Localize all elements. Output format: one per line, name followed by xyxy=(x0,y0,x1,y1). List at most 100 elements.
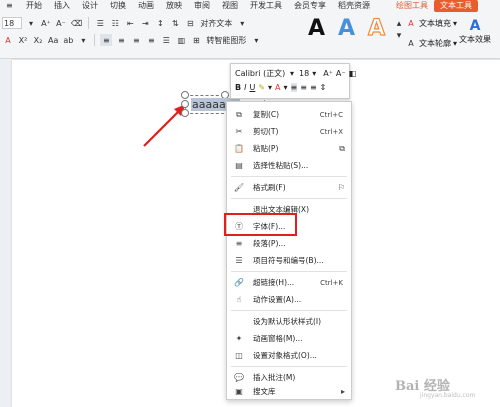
menu-item-set-default-style[interactable]: 设为默认形状样式(I) xyxy=(227,314,351,329)
indent-icon[interactable]: ⇥ xyxy=(139,17,151,29)
text-effects-icon: A xyxy=(469,18,481,34)
align-right-icon[interactable]: ≡ xyxy=(310,83,317,92)
menu-item-animation-pane[interactable]: ✦ 动画窗格(M)... xyxy=(227,331,351,346)
resize-handle[interactable] xyxy=(181,109,189,117)
menu-item-search-library[interactable]: ▣ 搜文库 ▸ xyxy=(227,384,351,399)
menu-item-paragraph[interactable]: ≡ 段落(P)... xyxy=(227,236,351,251)
align-left-icon[interactable]: ≡ xyxy=(290,83,298,92)
dropdown-icon[interactable]: ▾ xyxy=(284,83,288,92)
search-library-icon: ▣ xyxy=(235,387,243,396)
tab-view[interactable]: 视图 xyxy=(216,0,244,12)
tab-developer[interactable]: 开发工具 xyxy=(244,0,288,12)
menu-item-paste-special[interactable]: ▤ 选择性粘贴(S)... xyxy=(227,158,351,173)
font-size-select[interactable]: 18 xyxy=(2,17,22,29)
line-spacing-icon[interactable]: ⇕ xyxy=(320,83,327,92)
smartart-button[interactable]: 转智能图形 xyxy=(205,34,247,46)
tab-drawing-tools[interactable]: 绘图工具 xyxy=(390,0,434,12)
phonetic-icon[interactable]: ab xyxy=(62,34,74,46)
menu-item-label: 搜文库 xyxy=(253,387,276,396)
dropdown-icon[interactable]: ▾ xyxy=(453,19,457,28)
tab-insert[interactable]: 插入 xyxy=(48,0,76,12)
dropdown-icon[interactable]: ▾ xyxy=(250,34,262,46)
underline-icon[interactable]: U xyxy=(249,83,255,92)
divider xyxy=(94,34,96,46)
shrink-font-icon[interactable]: A⁻ xyxy=(336,69,346,78)
line-spacing-icon[interactable]: ↕ xyxy=(154,17,166,29)
align-text-icon[interactable]: ⊟ xyxy=(184,17,196,29)
menu-item-paste[interactable]: 📋 粘贴(P) ⧉ xyxy=(227,141,351,156)
tab-transitions[interactable]: 切换 xyxy=(104,0,132,12)
wordart-style-black[interactable]: A xyxy=(308,16,325,41)
dropdown-icon[interactable]: ▾ xyxy=(25,17,37,29)
clear-format-icon[interactable]: ⌫ xyxy=(70,17,83,29)
dropdown-icon[interactable]: ▾ xyxy=(312,69,316,78)
wordart-scroll-icon[interactable]: ▴ xyxy=(393,18,405,30)
dropdown-icon[interactable]: ▾ xyxy=(290,69,294,78)
menu-icon[interactable]: ≡ xyxy=(0,0,20,12)
italic-icon[interactable]: I xyxy=(244,83,246,92)
tab-review[interactable]: 审阅 xyxy=(188,0,216,12)
mini-font-size[interactable]: 18 xyxy=(299,69,309,78)
menu-item-label: 剪切(T) xyxy=(253,127,279,136)
menu-item-format-painter[interactable]: 🖌 格式刷(F) ⚐ xyxy=(227,180,351,195)
tab-design[interactable]: 设计 xyxy=(76,0,104,12)
font-color-icon[interactable]: A xyxy=(275,83,280,92)
shrink-font-icon[interactable]: A⁻ xyxy=(55,17,67,29)
align-left-icon[interactable]: ≡ xyxy=(100,34,113,46)
menu-shortcut: Ctrl+K xyxy=(320,278,343,287)
align-right-icon[interactable]: ≡ xyxy=(130,34,142,46)
tab-animation[interactable]: 动画 xyxy=(132,0,160,12)
menu-item-bullets-numbering[interactable]: ☰ 项目符号和编号(B)... xyxy=(227,253,351,268)
grow-font-icon[interactable]: A⁺ xyxy=(323,69,333,78)
tab-slideshow[interactable]: 放映 xyxy=(160,0,188,12)
format-painter-lock-icon[interactable]: ⚐ xyxy=(338,183,345,192)
menu-item-format-object[interactable]: ◫ 设置对象格式(O)... xyxy=(227,348,351,363)
bullets-icon[interactable]: ☰ xyxy=(94,17,106,29)
text-effects-group[interactable]: A 文本效果 xyxy=(459,18,491,45)
wordart-style-orange[interactable]: A xyxy=(367,15,385,41)
text-fill-icon: A xyxy=(408,18,414,28)
grow-font-icon[interactable]: A⁺ xyxy=(40,17,52,29)
columns-icon[interactable]: ▥ xyxy=(175,34,187,46)
wordart-more-icon[interactable]: ▾ xyxy=(393,30,405,42)
highlight-icon[interactable]: ✎ xyxy=(258,83,265,92)
font-color-icon[interactable]: A xyxy=(2,34,14,46)
bold-icon[interactable]: B xyxy=(235,83,241,92)
resize-handle[interactable] xyxy=(181,91,189,99)
text-fill-button[interactable]: 文本填充 xyxy=(419,18,451,29)
menu-item-label: 复制(C) xyxy=(253,110,280,119)
resize-handle[interactable] xyxy=(181,100,189,108)
highlight-icon[interactable]: ▾ xyxy=(77,34,89,46)
outdent-icon[interactable]: ⇤ xyxy=(124,17,136,29)
menu-item-cut[interactable]: ✂ 剪切(T) Ctrl+X xyxy=(227,124,351,139)
numbering-icon[interactable]: ☷ xyxy=(109,17,121,29)
menu-item-hyperlink[interactable]: 🔗 超链接(H)... Ctrl+K xyxy=(227,275,351,290)
paste-options-icon[interactable]: ⧉ xyxy=(339,144,345,154)
justify-icon[interactable]: ≡ xyxy=(145,34,157,46)
text-direction-icon[interactable]: ⇅ xyxy=(169,17,181,29)
distribute-icon[interactable]: ☰ xyxy=(160,34,172,46)
dropdown-icon[interactable]: ▾ xyxy=(268,83,272,92)
menu-item-action-settings[interactable]: ☝ 动作设置(A)... xyxy=(227,292,351,307)
tab-docer[interactable]: 稻壳资源 xyxy=(332,0,376,12)
smartart-icon[interactable]: ⊞ xyxy=(190,34,202,46)
tab-member[interactable]: 会员专享 xyxy=(288,0,332,12)
format-object-icon: ◫ xyxy=(235,351,243,360)
align-center-icon[interactable]: ≡ xyxy=(115,34,127,46)
text-outline-button[interactable]: 文本轮廓 xyxy=(419,38,451,49)
subscript-icon[interactable]: X₂ xyxy=(32,34,44,46)
mini-font-name[interactable]: Calibri (正文) xyxy=(235,68,287,79)
dropdown-icon[interactable]: ▾ xyxy=(453,39,457,48)
align-text-button[interactable]: 对齐文本 xyxy=(199,17,233,29)
menu-item-insert-comment[interactable]: 💬 插入批注(M) xyxy=(227,370,351,385)
style-icon[interactable]: ◧ xyxy=(349,69,357,78)
tab-home[interactable]: 开始 xyxy=(20,0,48,12)
dropdown-icon[interactable]: ▾ xyxy=(236,17,248,29)
case-icon[interactable]: Aa xyxy=(47,34,59,46)
superscript-icon[interactable]: X² xyxy=(17,34,29,46)
comment-icon: 💬 xyxy=(234,373,244,382)
tab-text-tools[interactable]: 文本工具 xyxy=(434,0,478,12)
menu-item-copy[interactable]: ⧉ 复制(C) Ctrl+C xyxy=(227,107,351,122)
wordart-style-blue[interactable]: A xyxy=(338,16,355,41)
align-center-icon[interactable]: ≡ xyxy=(300,83,307,92)
